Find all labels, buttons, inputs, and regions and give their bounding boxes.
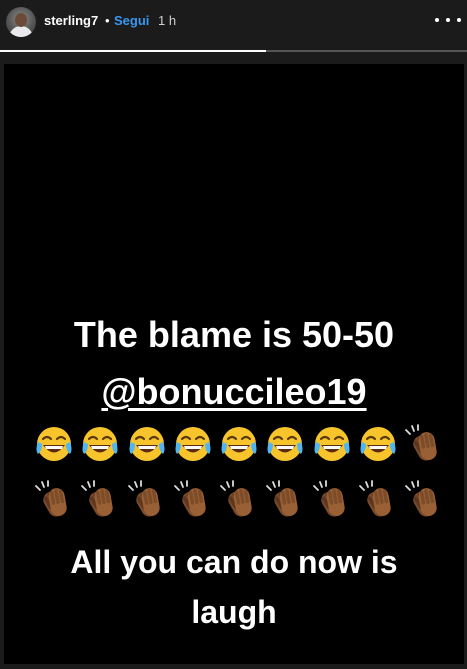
story-text-line1: The blame is 50-50 xyxy=(73,314,395,355)
mention-link[interactable]: @bonuccileo19 xyxy=(101,371,366,412)
story-text-line3: All you can do now is xyxy=(70,544,398,580)
laughing-tears-icon xyxy=(80,424,120,464)
story-progress-bar xyxy=(0,50,467,52)
story-progress-fill xyxy=(0,50,267,52)
story-viewer: sterling7 • Segui 1 h The blame is 50-50… xyxy=(0,0,467,669)
emoji-row-1 xyxy=(34,422,444,466)
avatar-shirt xyxy=(9,26,33,37)
follow-button[interactable]: Segui xyxy=(114,13,149,28)
story-content[interactable]: The blame is 50-50 @bonuccileo19 All you… xyxy=(4,64,464,664)
emoji-row-2 xyxy=(34,478,444,522)
clapping-hands-icon xyxy=(265,480,305,520)
clapping-hands-icon xyxy=(80,480,120,520)
story-header: sterling7 • Segui 1 h xyxy=(0,0,467,44)
clapping-hands-icon xyxy=(404,480,444,520)
laughing-tears-icon xyxy=(219,424,259,464)
story-text-mention[interactable]: @bonuccileo19 xyxy=(4,371,464,413)
more-horizontal-icon[interactable] xyxy=(435,8,461,32)
avatar[interactable] xyxy=(6,7,36,37)
clapping-hands-icon xyxy=(358,480,398,520)
story-text-line4: laugh xyxy=(191,594,277,630)
avatar-face xyxy=(15,13,27,27)
laughing-tears-icon xyxy=(127,424,167,464)
timestamp: 1 h xyxy=(158,13,177,28)
clapping-hands-icon xyxy=(404,424,444,464)
clapping-hands-icon xyxy=(219,480,259,520)
laughing-tears-icon xyxy=(173,424,213,464)
clapping-hands-icon xyxy=(127,480,167,520)
laughing-tears-icon xyxy=(358,424,398,464)
clapping-hands-icon xyxy=(312,480,352,520)
clapping-hands-icon xyxy=(173,480,213,520)
laughing-tears-icon xyxy=(312,424,352,464)
separator-dot: • xyxy=(105,13,110,28)
username-link[interactable]: sterling7 xyxy=(44,13,98,28)
clapping-hands-icon xyxy=(34,480,74,520)
laughing-tears-icon xyxy=(265,424,305,464)
laughing-tears-icon xyxy=(34,424,74,464)
